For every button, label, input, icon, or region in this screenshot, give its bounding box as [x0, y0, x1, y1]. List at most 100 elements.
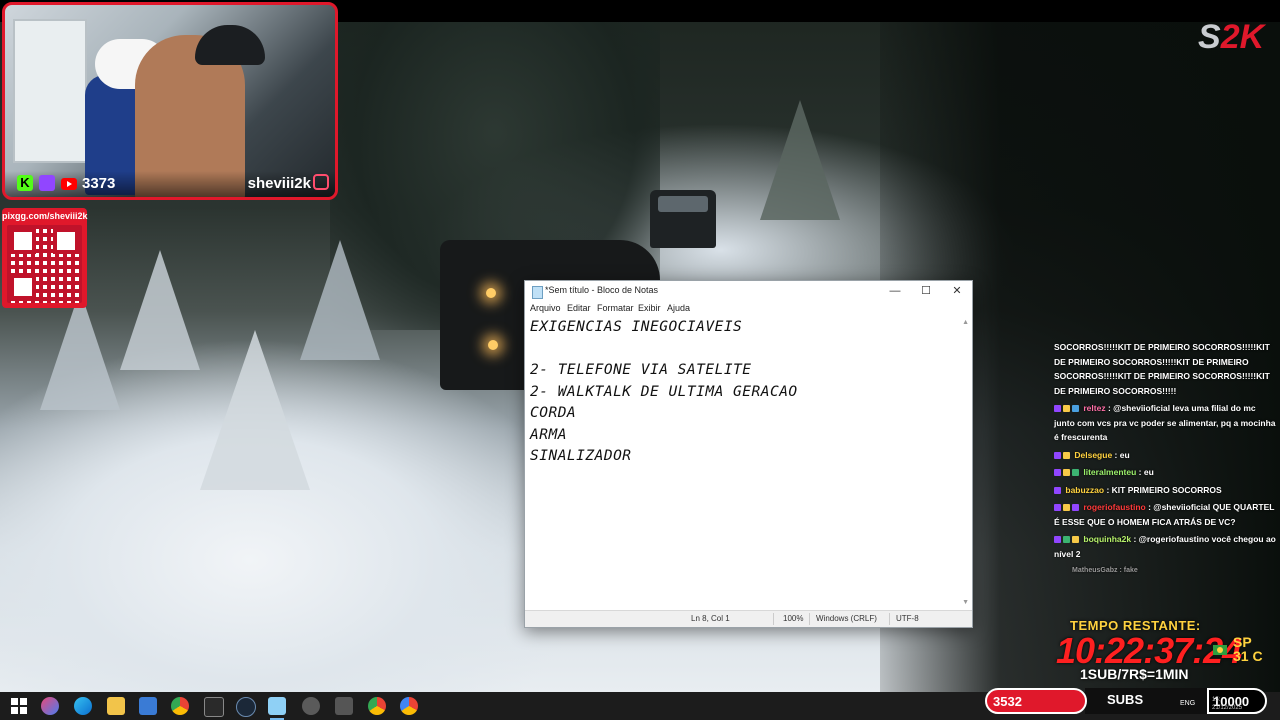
chat-username: MatheusGabz	[1072, 567, 1118, 574]
text-line: CORDA	[530, 405, 577, 421]
chat-message: Delsegue : eu	[1054, 448, 1278, 463]
vip-badge-icon	[1072, 405, 1079, 413]
chat-text: eu	[1143, 467, 1154, 477]
brand-logo: S2K	[1198, 18, 1264, 62]
brazil-flag-icon	[1213, 645, 1227, 655]
chat-message: babuzzao : KIT PRIMEIRO SOCORROS	[1054, 483, 1278, 498]
chat-text: KIT PRIMEIRO SOCORROS	[1111, 484, 1222, 495]
menu-editar[interactable]: Editar	[567, 303, 591, 313]
timer-rate: 1SUB/7R$=1MIN	[1080, 666, 1189, 682]
gift-badge-icon	[1072, 536, 1079, 544]
epic-icon[interactable]	[204, 697, 224, 717]
status-separator	[809, 613, 810, 625]
menu-exibir[interactable]: Exibir	[638, 303, 661, 313]
notepad-text-area[interactable]: EXIGENCIAS INEGOCIAVEIS 2- TELEFONE VIA …	[530, 317, 954, 602]
steam-icon[interactable]	[236, 697, 256, 717]
text-line: ARMA	[530, 426, 567, 443]
brand-s: S	[1198, 18, 1221, 56]
qr-finder	[10, 228, 36, 254]
chat-message: reltez : @sheviioficial leva uma filial …	[1054, 403, 1276, 442]
copilot-icon[interactable]	[41, 697, 59, 715]
sub-badge-icon	[1054, 504, 1061, 512]
sub-badge-icon	[1054, 486, 1061, 494]
windows-start-icon[interactable]	[10, 697, 28, 715]
chrome-profile-2-icon[interactable]	[400, 697, 418, 715]
pix-label: pixgg.com/sheviii2k	[2, 211, 88, 221]
sub-goal-current: 3532	[993, 694, 1022, 709]
text-line: 2- WALKTALK DE ULTIMA GERACAO	[530, 383, 798, 400]
chat-message: boquinha2k : @rogeriofaustino você chego…	[1054, 534, 1276, 559]
snowy-tree	[760, 100, 840, 220]
close-button[interactable]: ✕	[942, 282, 972, 300]
text-line: 2- TELEFONE VIA SATELITE	[530, 362, 752, 378]
sub-badge-icon	[1054, 405, 1061, 413]
zoom-level: 100%	[783, 614, 804, 623]
chat-username: boquinha2k	[1083, 534, 1132, 544]
instagram-icon	[313, 174, 329, 190]
pix-qr-panel: pixgg.com/sheviii2k	[2, 208, 88, 308]
vertical-scrollbar[interactable]	[960, 317, 972, 607]
chrome-icon[interactable]	[171, 697, 189, 715]
scroll-down-arrow-icon[interactable]: ▼	[962, 599, 969, 606]
viewer-count: 3373	[82, 175, 116, 192]
qr-finder	[53, 228, 79, 254]
snowy-tree	[300, 240, 380, 360]
headlight	[486, 288, 496, 298]
notepad-taskbar-icon[interactable]	[268, 697, 286, 715]
scroll-up-arrow-icon[interactable]: ▲	[962, 319, 969, 326]
headlight	[488, 340, 498, 350]
chat-username: Delsegue	[1074, 449, 1113, 460]
menu-formatar[interactable]: Formatar	[597, 303, 634, 313]
cam-info-bar: K 3373 sheviii2k	[5, 171, 335, 197]
store-icon[interactable]	[139, 697, 157, 715]
qr-finder	[10, 274, 36, 300]
sub-badge-icon	[1072, 504, 1079, 512]
notepad-window[interactable]: *Sem título - Bloco de Notas — ☐ ✕ Arqui…	[524, 280, 973, 628]
text-line	[530, 339, 954, 361]
encoding: UTF-8	[896, 614, 919, 623]
gift-badge-icon	[1063, 405, 1070, 413]
keyboard-language[interactable]: ENG	[1180, 700, 1195, 707]
chat-overlay: SOCORROS!!!!!KIT DE PRIMEIRO SOCORROS!!!…	[1054, 340, 1278, 612]
calculator-icon[interactable]	[335, 697, 353, 715]
sub-goal-progress: 3532	[985, 688, 1087, 714]
gift-badge-icon	[1063, 504, 1070, 512]
clock-date: 21/12/2025	[1212, 705, 1243, 711]
notepad-icon	[532, 286, 543, 299]
notepad-title: *Sem título - Bloco de Notas	[545, 285, 659, 295]
chat-text: fake	[1123, 567, 1138, 574]
minimize-button[interactable]: —	[880, 282, 910, 300]
menu-arquivo[interactable]: Arquivo	[530, 303, 561, 313]
webcam-overlay: K 3373 sheviii2k	[2, 2, 338, 200]
weather-temperature: 31 C	[1233, 648, 1263, 664]
gift-badge-icon	[1063, 469, 1070, 477]
youtube-icon	[61, 178, 77, 190]
sub-badge-icon	[1054, 451, 1061, 459]
chat-message: rogeriofaustino : @sheviioficial QUE QUA…	[1054, 502, 1275, 527]
chat-message: SOCORROS!!!!!KIT DE PRIMEIRO SOCORROS!!!…	[1054, 340, 1278, 398]
kick-icon: K	[17, 175, 33, 191]
jeep-far	[650, 190, 716, 248]
gift-badge-icon	[1063, 451, 1070, 459]
channel-name: sheviii2k	[247, 175, 311, 192]
notepad-statusbar: Ln 8, Col 1 100% Windows (CRLF) UTF-8	[525, 610, 972, 627]
file-explorer-icon[interactable]	[107, 697, 125, 715]
chat-text: SOCORROS!!!!!KIT DE PRIMEIRO SOCORROS!!!…	[1054, 342, 1270, 396]
line-ending: Windows (CRLF)	[816, 614, 877, 623]
mod-badge-icon	[1063, 536, 1070, 544]
brand-2k: 2K	[1220, 18, 1265, 56]
chat-username: babuzzao	[1065, 484, 1105, 495]
chrome-profile-icon[interactable]	[368, 697, 386, 715]
chat-username: rogeriofaustino	[1083, 502, 1146, 512]
chat-message: MatheusGabz : fake	[1072, 567, 1138, 574]
obs-icon[interactable]	[302, 697, 320, 715]
qr-code	[7, 225, 82, 303]
mod-badge-icon	[1072, 469, 1079, 477]
edge-icon[interactable]	[74, 697, 92, 715]
system-clock[interactable]: 15: 21/12/2025	[1212, 696, 1242, 712]
maximize-button[interactable]: ☐	[911, 282, 941, 300]
snowy-tree	[120, 250, 200, 370]
menu-ajuda[interactable]: Ajuda	[667, 303, 690, 313]
chat-message: literalmenteu : eu	[1054, 465, 1278, 480]
notepad-titlebar[interactable]: *Sem título - Bloco de Notas — ☐ ✕	[525, 281, 972, 301]
